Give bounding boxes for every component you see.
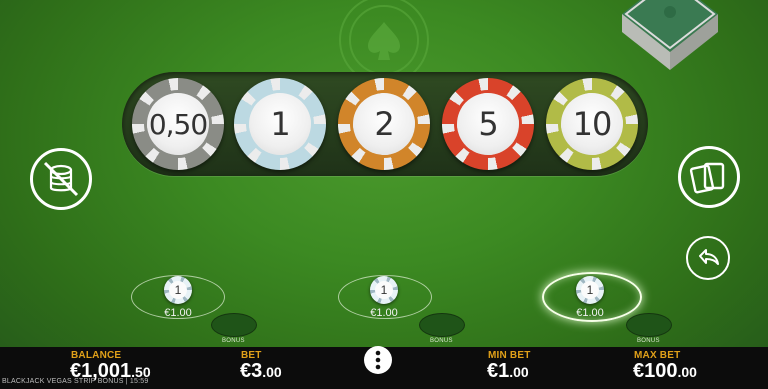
clear-bets-button[interactable] [30,148,92,210]
bet-cents: .00 [262,364,282,380]
bet-spot-1-chip: 1 [164,276,192,304]
blackjack-table: 0,50 1 2 5 10 1 €1.00 BONUS 1 €1.00 BONU… [0,0,768,347]
chip-5-value: 5 [457,93,519,155]
bonus-spot-2-label: BONUS [430,338,453,344]
max-bet-cents: .00 [677,364,697,380]
chip-tray: 0,50 1 2 5 10 [122,72,648,176]
bonus-spot-1[interactable] [211,313,257,337]
chip-1[interactable]: 1 [234,78,326,170]
bet-spot-3-chip-value: 1 [581,281,599,299]
bet-spot-1-chip-value: 1 [169,281,187,299]
chip-0-50-value: 0,50 [147,93,209,155]
cards-icon [689,162,725,194]
bet-spot-2-amount: €1.00 [370,307,398,319]
bonus-spot-2[interactable] [419,313,465,337]
min-bet-value: €1.00 [487,360,529,383]
bet-spot-2-chip-value: 1 [375,281,393,299]
no-chips-icon [43,161,79,197]
chip-2[interactable]: 2 [338,78,430,170]
bonus-spot-3-label: BONUS [637,338,660,344]
menu-button[interactable] [364,346,392,374]
vertical-dots-icon [375,350,381,370]
spade-emblem [339,0,429,72]
chip-1-value: 1 [249,93,311,155]
bonus-spot-1-label: BONUS [222,338,245,344]
chip-10-value: 10 [561,93,623,155]
chip-5[interactable]: 5 [442,78,534,170]
bet-value: €3.00 [240,360,282,383]
bet-spot-3-chip: 1 [576,276,604,304]
bet-spot-3-amount: €1.00 [576,307,604,319]
chip-2-value: 2 [353,93,415,155]
bet-spot-1-amount: €1.00 [164,307,192,319]
max-bet-amount: €100 [633,360,678,382]
game-info-footer: BLACKJACK VEGAS STRIP BONUS | 15:59 [2,378,149,385]
bet-amount: €3 [240,360,263,382]
bonus-spot-3[interactable] [626,313,672,337]
min-bet-cents: .00 [509,364,529,380]
bet-spot-2-chip: 1 [370,276,398,304]
min-bet-amount: €1 [487,360,510,382]
max-bet-value: €100.00 [633,360,697,383]
undo-button[interactable] [686,236,730,280]
chip-0-50[interactable]: 0,50 [132,78,224,170]
undo-arrow-icon [699,249,719,265]
chip-10[interactable]: 10 [546,78,638,170]
deal-button[interactable] [678,146,740,208]
card-shoe [622,0,718,70]
